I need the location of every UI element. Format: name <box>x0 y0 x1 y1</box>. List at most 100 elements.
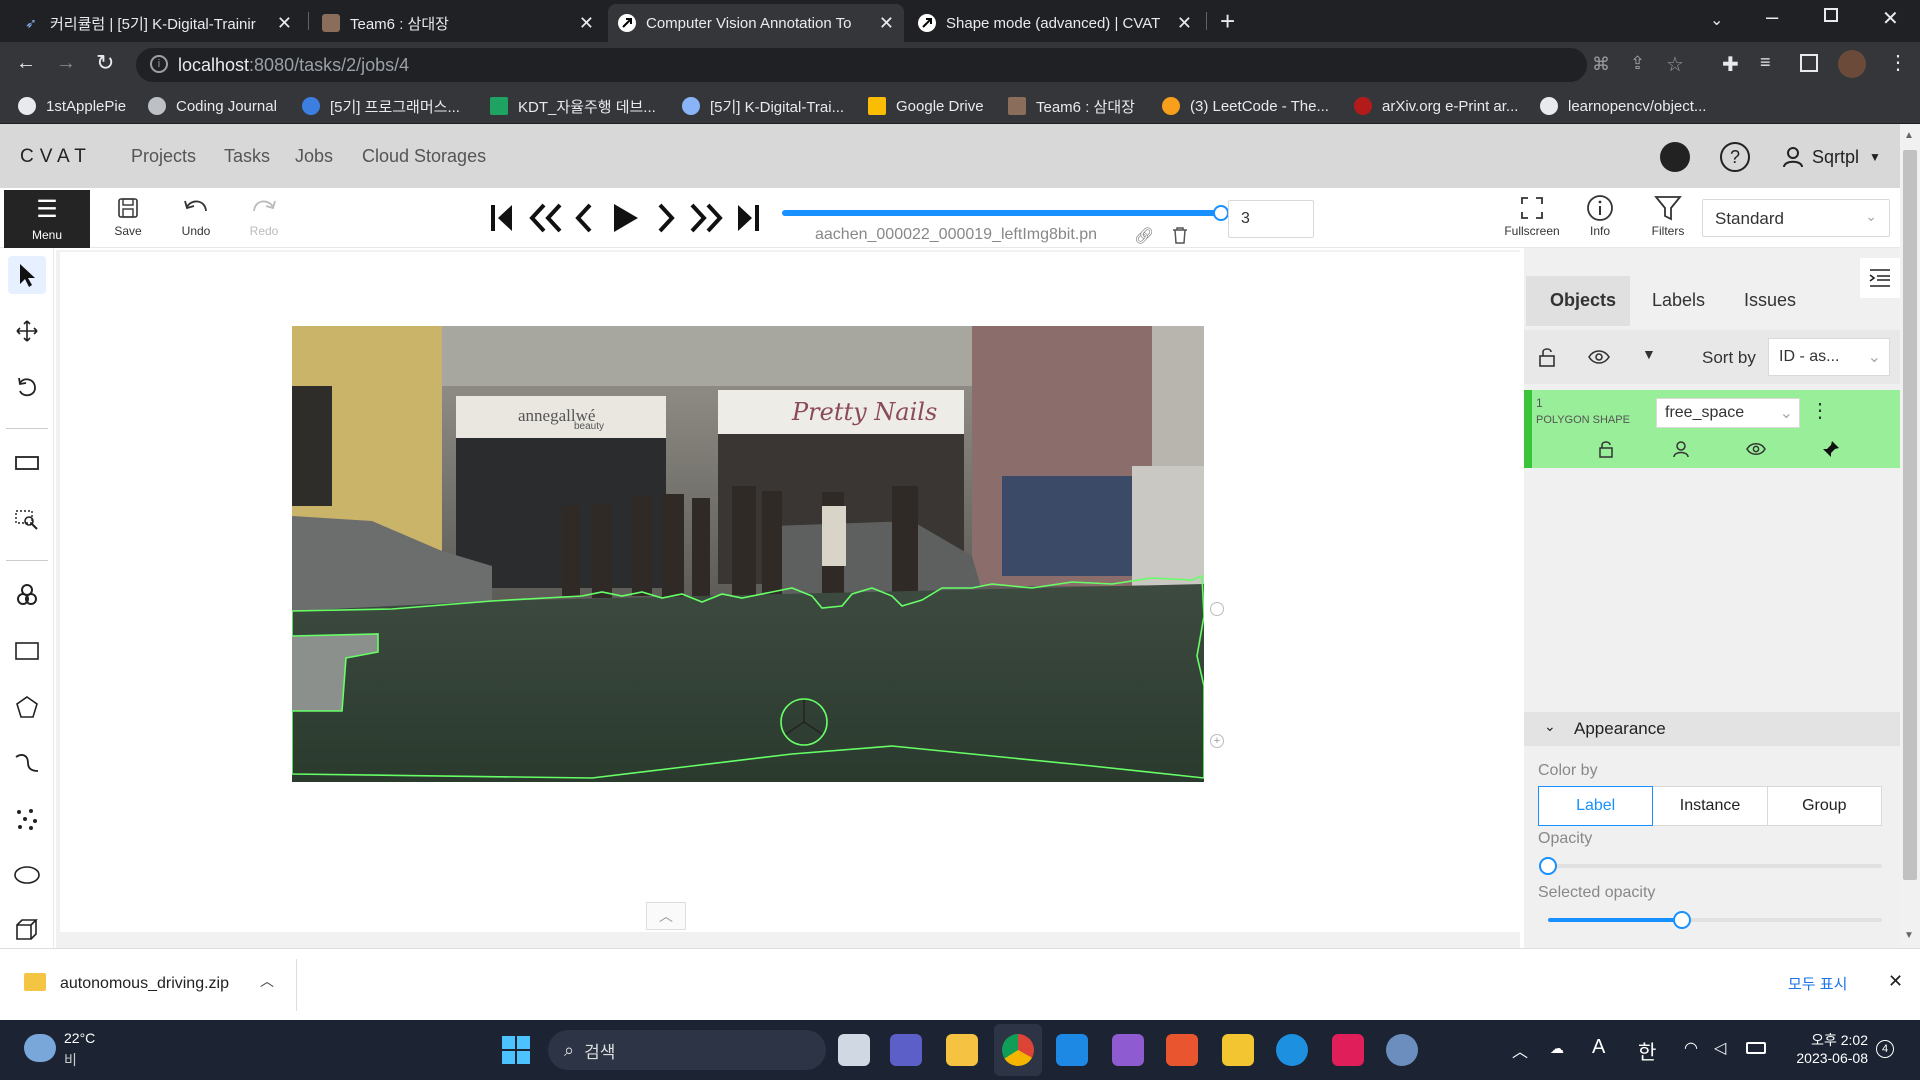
fullscreen-button[interactable]: Fullscreen <box>1502 194 1562 238</box>
visual-studio-icon[interactable] <box>1112 1034 1144 1066</box>
canvas-wrapper[interactable]: annegallwé beauty Pretty Nails + ︿ <box>60 252 1520 932</box>
tab-objects[interactable]: Objects <box>1550 290 1616 311</box>
delete-frame-icon[interactable] <box>1172 226 1188 244</box>
settings-gear-icon[interactable] <box>1386 1034 1418 1066</box>
chat-app-icon[interactable] <box>890 1034 922 1066</box>
page-scrollbar[interactable]: ▲ ▼ <box>1900 124 1920 948</box>
side-panel-icon[interactable] <box>1800 54 1818 72</box>
color-by-instance-option[interactable]: Instance <box>1653 786 1768 826</box>
bookmark-leetcode[interactable]: (3) LeetCode - The... <box>1162 95 1329 117</box>
draw-polygon-tool[interactable] <box>8 688 46 726</box>
undo-button[interactable]: Undo <box>166 194 226 238</box>
taskbar-search[interactable]: ⌕ 검색 <box>548 1030 826 1070</box>
rotate-tool[interactable] <box>8 368 46 406</box>
show-all-downloads-link[interactable]: 모두 표시 <box>1788 973 1847 994</box>
move-tool[interactable] <box>8 312 46 350</box>
restore-window-icon[interactable] <box>1824 8 1838 22</box>
nav-cloud-storages[interactable]: Cloud Storages <box>362 146 486 167</box>
caret-down-icon[interactable]: ▼ <box>1642 346 1656 362</box>
chrome-icon[interactable] <box>1002 1034 1034 1066</box>
canvas-scroll-top-icon[interactable] <box>1210 602 1224 616</box>
object-pin-icon[interactable] <box>1822 440 1840 458</box>
nav-jobs[interactable]: Jobs <box>295 146 333 167</box>
close-download-bar-icon[interactable]: ✕ <box>1888 971 1903 992</box>
object-label-select[interactable]: free_space ⌄ <box>1656 398 1800 428</box>
user-menu[interactable]: Sqrtpl ▼ <box>1782 146 1881 168</box>
canvas-scroll-bottom-icon[interactable]: + <box>1210 734 1224 748</box>
bookmark-kdt-notion[interactable]: KDT_자율주행 데브... <box>490 95 656 117</box>
wifi-icon[interactable]: ◠ <box>1684 1038 1698 1058</box>
reload-icon[interactable]: ↻ <box>96 50 114 76</box>
share-icon[interactable]: ⇪ <box>1630 53 1645 74</box>
ai-tools-tool[interactable] <box>8 576 46 614</box>
browser-menu-icon[interactable]: ⋮ <box>1888 50 1908 75</box>
docker-icon[interactable] <box>1276 1034 1308 1066</box>
zoom-region-tool[interactable] <box>8 500 46 538</box>
selected-opacity-slider-handle[interactable] <box>1672 911 1691 929</box>
menu-button[interactable]: ☰ Menu <box>4 190 90 248</box>
network-off-icon[interactable]: ☁ <box>1550 1040 1564 1057</box>
bookmark-google-drive[interactable]: Google Drive <box>868 95 984 117</box>
volume-icon[interactable]: ◁ <box>1714 1038 1726 1058</box>
scroll-down-icon[interactable]: ▼ <box>1904 930 1914 941</box>
download-filename[interactable]: autonomous_driving.zip <box>60 975 229 993</box>
help-icon[interactable]: ? <box>1720 142 1750 172</box>
selected-opacity-slider[interactable] <box>1548 911 1882 929</box>
nav-projects[interactable]: Projects <box>131 146 196 167</box>
appearance-header[interactable]: ⌄ Appearance <box>1524 712 1900 746</box>
cursor-tool[interactable] <box>8 256 46 294</box>
object-visibility-icon[interactable] <box>1746 442 1766 456</box>
color-by-label-option[interactable]: Label <box>1538 786 1654 826</box>
filters-button[interactable]: Filters <box>1638 194 1698 238</box>
vscode-icon[interactable] <box>1056 1034 1088 1066</box>
close-tab-icon[interactable]: ✕ <box>1177 13 1192 34</box>
object-lock-icon[interactable] <box>1598 440 1614 458</box>
bottom-panel-toggle-icon[interactable]: ︿ <box>646 902 686 930</box>
lock-all-icon[interactable] <box>1538 347 1556 367</box>
info-button[interactable]: Info <box>1570 194 1630 238</box>
browser-tab-shape-mode[interactable]: Shape mode (advanced) | CVAT ✕ <box>908 4 1202 42</box>
extensions-icon[interactable]: ✚ <box>1722 52 1739 77</box>
profile-avatar[interactable] <box>1838 50 1866 78</box>
tab-search-chevron-icon[interactable]: ⌄ <box>1710 10 1723 30</box>
github-icon[interactable] <box>1660 142 1690 172</box>
notification-badge[interactable]: 4 <box>1876 1040 1894 1058</box>
weather-cloud-icon[interactable] <box>24 1034 56 1062</box>
eye-all-icon[interactable] <box>1588 349 1610 365</box>
fast-forward-icon[interactable] <box>688 202 726 234</box>
close-tab-icon[interactable]: ✕ <box>277 13 292 34</box>
redo-button[interactable]: Redo <box>234 194 294 238</box>
collapse-sidebar-icon[interactable] <box>1860 258 1900 298</box>
forward-arrow-icon[interactable]: → <box>56 52 76 75</box>
draw-polyline-tool[interactable] <box>8 744 46 782</box>
object-occluded-icon[interactable] <box>1672 440 1690 458</box>
frame-number-input[interactable]: 3 <box>1228 200 1314 238</box>
bookmark-programmers[interactable]: [5기] 프로그래머스... <box>302 95 460 117</box>
windows-start-icon[interactable] <box>502 1036 530 1064</box>
bookmark-learnopencv[interactable]: learnopencv/object... <box>1540 95 1706 117</box>
frame-slider-handle[interactable] <box>1213 205 1229 221</box>
translate-icon[interactable]: ⌘ <box>1592 54 1610 75</box>
object-menu-icon[interactable]: ⋮ <box>1810 398 1830 423</box>
frame-slider[interactable] <box>782 205 1229 221</box>
draw-points-tool[interactable] <box>8 800 46 838</box>
close-tab-icon[interactable]: ✕ <box>879 13 894 34</box>
save-button[interactable]: Save <box>98 194 158 238</box>
sort-by-select[interactable]: ID - as... ⌄ <box>1768 338 1890 376</box>
opacity-slider[interactable] <box>1539 857 1882 875</box>
last-frame-icon[interactable] <box>734 202 762 234</box>
bookmark-coding-journal[interactable]: Coding Journal <box>148 95 277 117</box>
color-by-group-option[interactable]: Group <box>1767 786 1882 826</box>
fast-backward-icon[interactable] <box>526 202 564 234</box>
new-tab-icon[interactable]: + <box>1220 6 1235 37</box>
cvat-logo[interactable]: CVAT <box>20 146 92 168</box>
fit-image-tool[interactable] <box>8 444 46 482</box>
workspace-select[interactable]: Standard ⌄ <box>1702 199 1890 237</box>
url-input[interactable]: i localhost:8080/tasks/2/jobs/4 ⌘ ⇪ ☆ <box>136 48 1684 82</box>
bookmark-1stapplepie[interactable]: 1stApplePie <box>18 95 126 117</box>
browser-tab-cvat-active[interactable]: Computer Vision Annotation To ✕ <box>608 4 904 42</box>
clock-date[interactable]: 2023-06-08 <box>1788 1050 1868 1066</box>
matlab-icon[interactable] <box>1166 1034 1198 1066</box>
next-frame-icon[interactable] <box>654 202 678 234</box>
previous-frame-icon[interactable] <box>572 202 596 234</box>
